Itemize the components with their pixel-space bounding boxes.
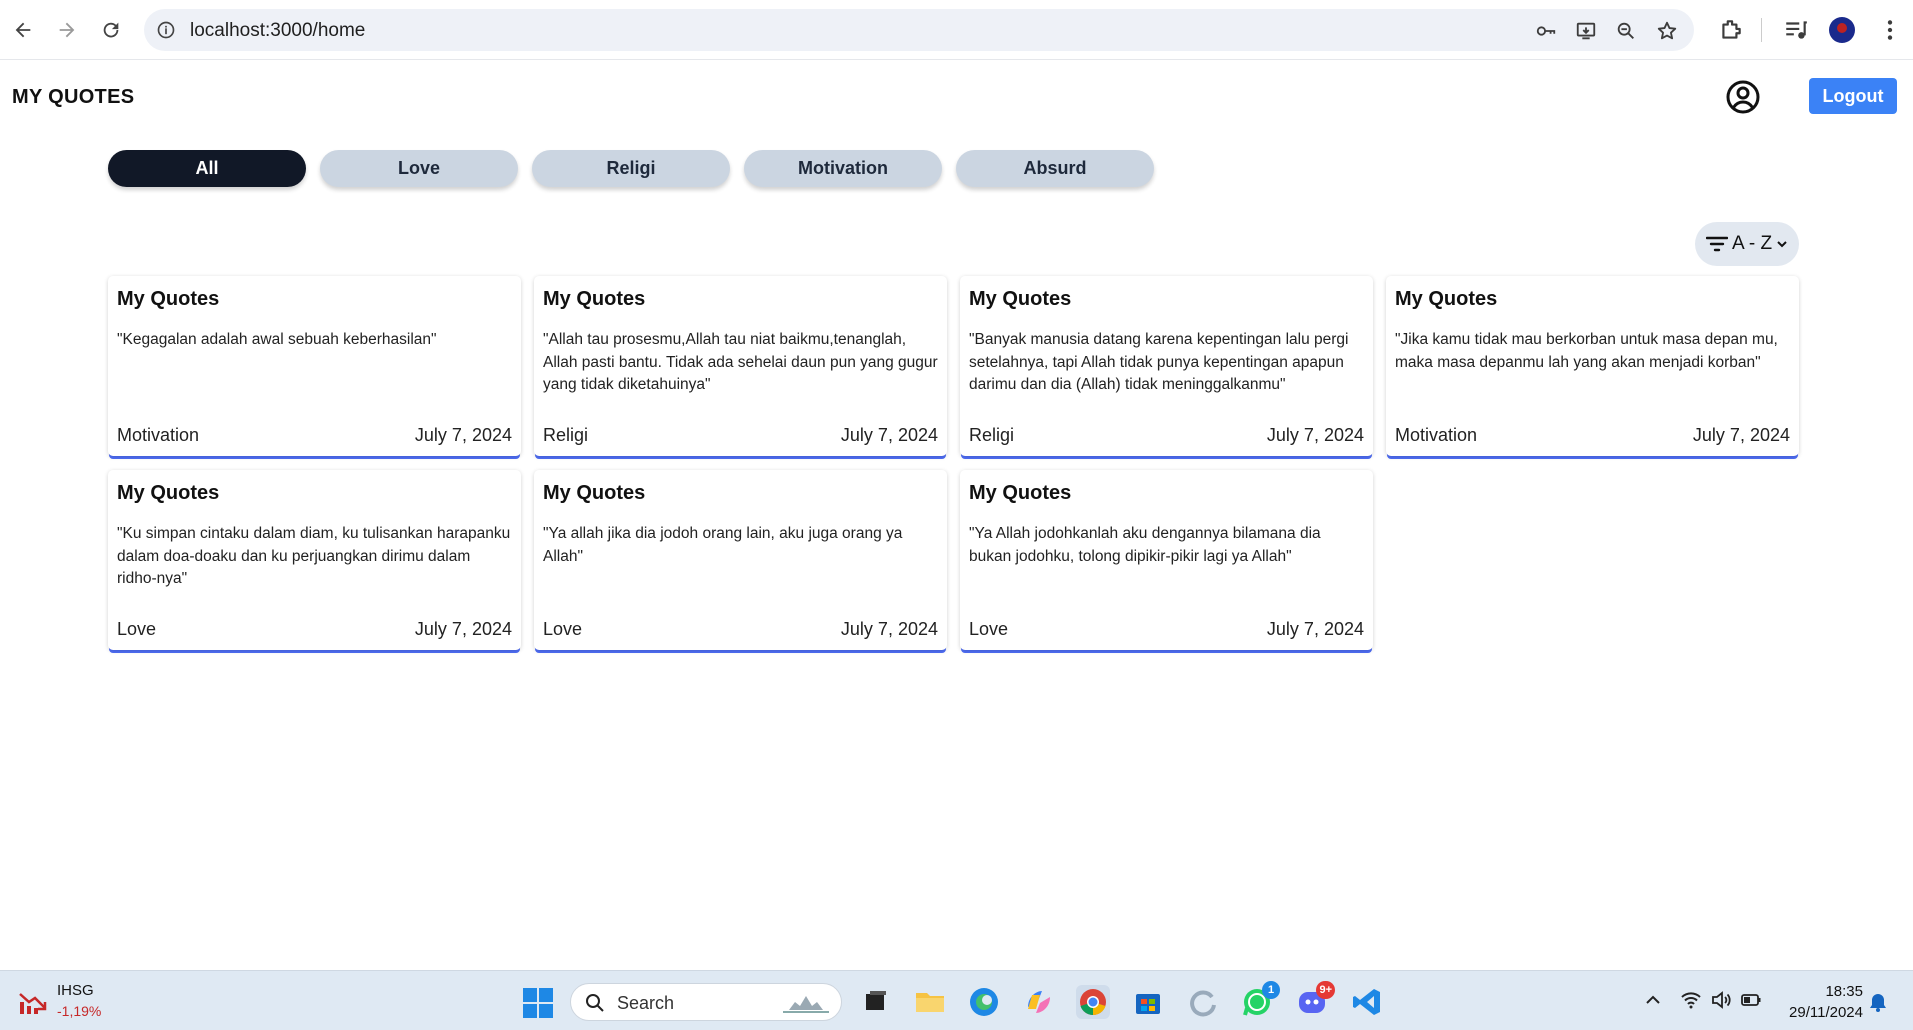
url-text[interactable]: localhost:3000/home	[190, 20, 365, 42]
address-bar[interactable]: localhost:3000/home	[144, 9, 1694, 51]
media-control-icon[interactable]	[1783, 17, 1809, 43]
whatsapp-icon[interactable]: 1	[1240, 981, 1280, 1019]
zoom-icon[interactable]	[1614, 20, 1638, 42]
taskbar: IHSG -1,19% Search 1 9+ 18:35 29/11/2024	[0, 970, 1913, 1030]
task-view-icon[interactable]	[858, 985, 892, 1019]
discord-icon[interactable]: 9+	[1295, 981, 1335, 1019]
card-title: My Quotes	[543, 482, 646, 504]
filter-love[interactable]: Love	[320, 150, 518, 187]
card-category: Religi	[969, 425, 1015, 445]
sync-app-icon[interactable]	[1186, 985, 1220, 1019]
sort-dropdown[interactable]: A - Z	[1695, 222, 1799, 266]
battery-icon[interactable]	[1740, 989, 1762, 1011]
card-quote: "Banyak manusia datang karena kepentinga…	[969, 331, 1349, 393]
card-date: July 7, 2024	[1692, 425, 1790, 445]
card-category: Love	[543, 619, 583, 639]
bookmark-star-icon[interactable]	[1655, 20, 1679, 42]
search-highlight-icon	[783, 996, 829, 1013]
card-date: July 7, 2024	[840, 619, 938, 639]
card-quote: "Ku simpan cintaku dalam diam, ku tulisa…	[117, 525, 511, 587]
volume-icon[interactable]	[1710, 989, 1732, 1011]
sort-label: A - Z	[1731, 233, 1773, 254]
card-title: My Quotes	[117, 482, 220, 504]
search-icon	[586, 994, 604, 1012]
menu-kebab-icon[interactable]	[1877, 17, 1903, 43]
card-quote: "Allah tau prosesmu,Allah tau niat baikm…	[543, 331, 938, 393]
quote-card[interactable]: My Quotes "Ku simpan cintaku dalam diam,…	[108, 470, 521, 650]
copilot-icon[interactable]	[1022, 985, 1056, 1019]
card-date: July 7, 2024	[414, 619, 512, 639]
stock-name: IHSG	[57, 982, 94, 999]
card-category: Motivation	[1395, 425, 1478, 445]
extensions-icon[interactable]	[1718, 17, 1744, 43]
logout-button[interactable]: Logout	[1809, 78, 1897, 114]
notification-bell-icon[interactable]	[1867, 991, 1889, 1013]
filter-lines-icon	[1705, 236, 1728, 252]
windows-start-icon[interactable]	[523, 988, 553, 1018]
stock-chart-icon[interactable]	[18, 988, 48, 1016]
taskbar-search[interactable]: Search	[570, 983, 842, 1021]
quote-card[interactable]: My Quotes "Allah tau prosesmu,Allah tau …	[534, 276, 947, 456]
filter-motivation[interactable]: Motivation	[744, 150, 942, 187]
chrome-icon[interactable]	[1076, 985, 1110, 1019]
quotes-grid: My Quotes "Kegagalan adalah awal sebuah …	[108, 276, 1799, 650]
site-info-icon[interactable]	[156, 20, 176, 40]
app-title: MY QUOTES	[12, 86, 135, 108]
vscode-icon[interactable]	[1350, 985, 1384, 1019]
card-date: July 7, 2024	[1266, 425, 1364, 445]
card-category: Love	[117, 619, 157, 639]
back-icon[interactable]	[8, 15, 38, 45]
card-category: Love	[969, 619, 1009, 639]
chevron-down-icon	[1777, 241, 1787, 248]
microsoft-store-icon[interactable]	[1131, 985, 1165, 1019]
quote-card[interactable]: My Quotes "Kegagalan adalah awal sebuah …	[108, 276, 521, 456]
discord-badge: 9+	[1316, 981, 1335, 999]
filter-all[interactable]: All	[108, 150, 306, 187]
stock-change: -1,19%	[57, 1003, 102, 1019]
filter-absurd[interactable]: Absurd	[956, 150, 1154, 187]
filter-religi[interactable]: Religi	[532, 150, 730, 187]
install-app-icon[interactable]	[1574, 20, 1598, 42]
file-explorer-icon[interactable]	[913, 985, 947, 1019]
card-quote: "Ya Allah jodohkanlah aku dengannya bila…	[969, 525, 1321, 565]
profile-avatar[interactable]	[1829, 17, 1855, 43]
user-account-icon[interactable]	[1725, 79, 1761, 115]
card-title: My Quotes	[969, 482, 1072, 504]
quote-card[interactable]: My Quotes "Banyak manusia datang karena …	[960, 276, 1373, 456]
key-icon[interactable]	[1534, 20, 1558, 42]
card-quote: "Ya allah jika dia jodoh orang lain, aku…	[543, 525, 903, 565]
browser-toolbar: localhost:3000/home	[0, 0, 1913, 60]
card-title: My Quotes	[969, 288, 1072, 310]
edge-browser-icon[interactable]	[967, 985, 1001, 1019]
card-category: Motivation	[117, 425, 200, 445]
quote-card[interactable]: My Quotes "Ya Allah jodohkanlah aku deng…	[960, 470, 1373, 650]
reload-icon[interactable]	[96, 15, 126, 45]
chevron-up-icon[interactable]	[1642, 989, 1664, 1011]
wifi-icon[interactable]	[1680, 989, 1702, 1011]
forward-icon[interactable]	[52, 15, 82, 45]
quote-card[interactable]: My Quotes "Jika kamu tidak mau berkorban…	[1386, 276, 1799, 456]
card-title: My Quotes	[543, 288, 646, 310]
search-label: Search	[617, 993, 675, 1013]
whatsapp-badge: 1	[1262, 981, 1280, 999]
clock-date[interactable]: 29/11/2024	[1777, 1004, 1863, 1021]
card-title: My Quotes	[117, 288, 220, 310]
card-title: My Quotes	[1395, 288, 1498, 310]
toolbar-divider	[1761, 18, 1762, 42]
card-date: July 7, 2024	[1266, 619, 1364, 639]
card-date: July 7, 2024	[840, 425, 938, 445]
clock-time[interactable]: 18:35	[1823, 983, 1863, 1000]
quote-card[interactable]: My Quotes "Ya allah jika dia jodoh orang…	[534, 470, 947, 650]
category-filters: All Love Religi Motivation Absurd	[108, 150, 1154, 187]
card-date: July 7, 2024	[414, 425, 512, 445]
card-quote: "Kegagalan adalah awal sebuah keberhasil…	[117, 331, 437, 348]
card-quote: "Jika kamu tidak mau berkorban untuk mas…	[1395, 331, 1778, 371]
card-category: Religi	[543, 425, 589, 445]
